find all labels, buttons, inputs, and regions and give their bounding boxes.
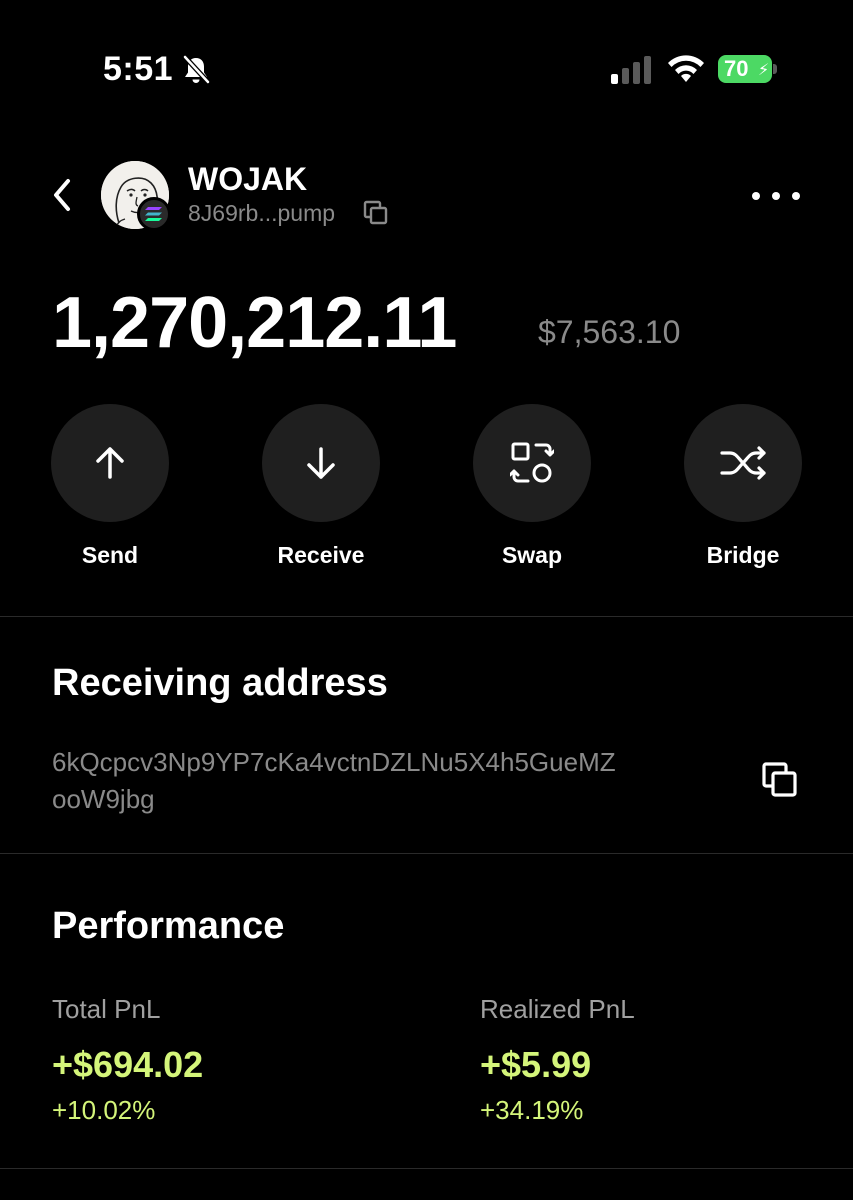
receiving-address-line1: 6kQcpcv3Np9YP7cKa4vctnDZLNu5X4h5GueMZ	[52, 747, 616, 777]
chevron-left-icon	[54, 179, 70, 211]
bridge-label: Bridge	[706, 542, 780, 568]
more-options-button[interactable]	[752, 186, 800, 206]
realized-pnl-value: +$5.99	[480, 1044, 592, 1085]
swap-icon	[510, 442, 554, 483]
divider	[0, 616, 853, 617]
bridge-button[interactable]: Bridge	[683, 404, 803, 584]
token-balance: 1,270,212.11	[52, 283, 457, 363]
receiving-address-line2: ooW9jbg	[52, 784, 155, 814]
total-pnl-label: Total PnL	[52, 994, 161, 1024]
total-pnl-percent: +10.02%	[52, 1095, 156, 1125]
wifi-icon	[668, 55, 704, 82]
divider	[0, 1168, 853, 1169]
receiving-address[interactable]: 6kQcpcv3Np9YP7cKa4vctnDZLNu5X4h5GueMZ oo…	[52, 744, 712, 818]
status-time: 5:51	[103, 50, 174, 88]
signal-icon	[611, 56, 651, 84]
realized-pnl-percent: +34.19%	[480, 1095, 584, 1125]
solana-chain-icon	[137, 197, 171, 231]
performance-title: Performance	[52, 905, 285, 947]
send-button[interactable]: Send	[50, 404, 170, 584]
balance-usd-value: $7,563.10	[538, 314, 681, 350]
status-bar: 5:51 70 ⚡	[0, 0, 853, 110]
action-buttons: Send Receive Swap Bridge	[0, 404, 853, 584]
copy-address-icon[interactable]	[362, 199, 390, 227]
receiving-address-title: Receiving address	[52, 662, 388, 704]
total-pnl-value: +$694.02	[52, 1044, 204, 1085]
realized-pnl-label: Realized PnL	[480, 994, 635, 1024]
swap-button[interactable]: Swap	[472, 404, 592, 584]
battery-level: 70	[724, 56, 749, 81]
copy-receiving-address-icon[interactable]	[760, 760, 800, 800]
send-label: Send	[81, 542, 139, 568]
battery-charging-icon: 70 ⚡	[718, 55, 778, 83]
divider	[0, 853, 853, 854]
bell-muted-icon	[183, 55, 210, 84]
receive-label: Receive	[277, 542, 365, 568]
receive-button[interactable]: Receive	[261, 404, 381, 584]
arrow-down-icon	[307, 447, 335, 479]
token-detail-screen: 5:51 70 ⚡ WOJAK 8J69rb...pump 1,270,212.…	[0, 0, 853, 1200]
back-button[interactable]	[44, 172, 80, 218]
token-name: WOJAK	[188, 161, 308, 197]
bridge-icon	[720, 446, 766, 480]
arrow-up-icon	[96, 447, 124, 479]
swap-label: Swap	[501, 542, 563, 568]
token-address-short: 8J69rb...pump	[188, 200, 336, 226]
